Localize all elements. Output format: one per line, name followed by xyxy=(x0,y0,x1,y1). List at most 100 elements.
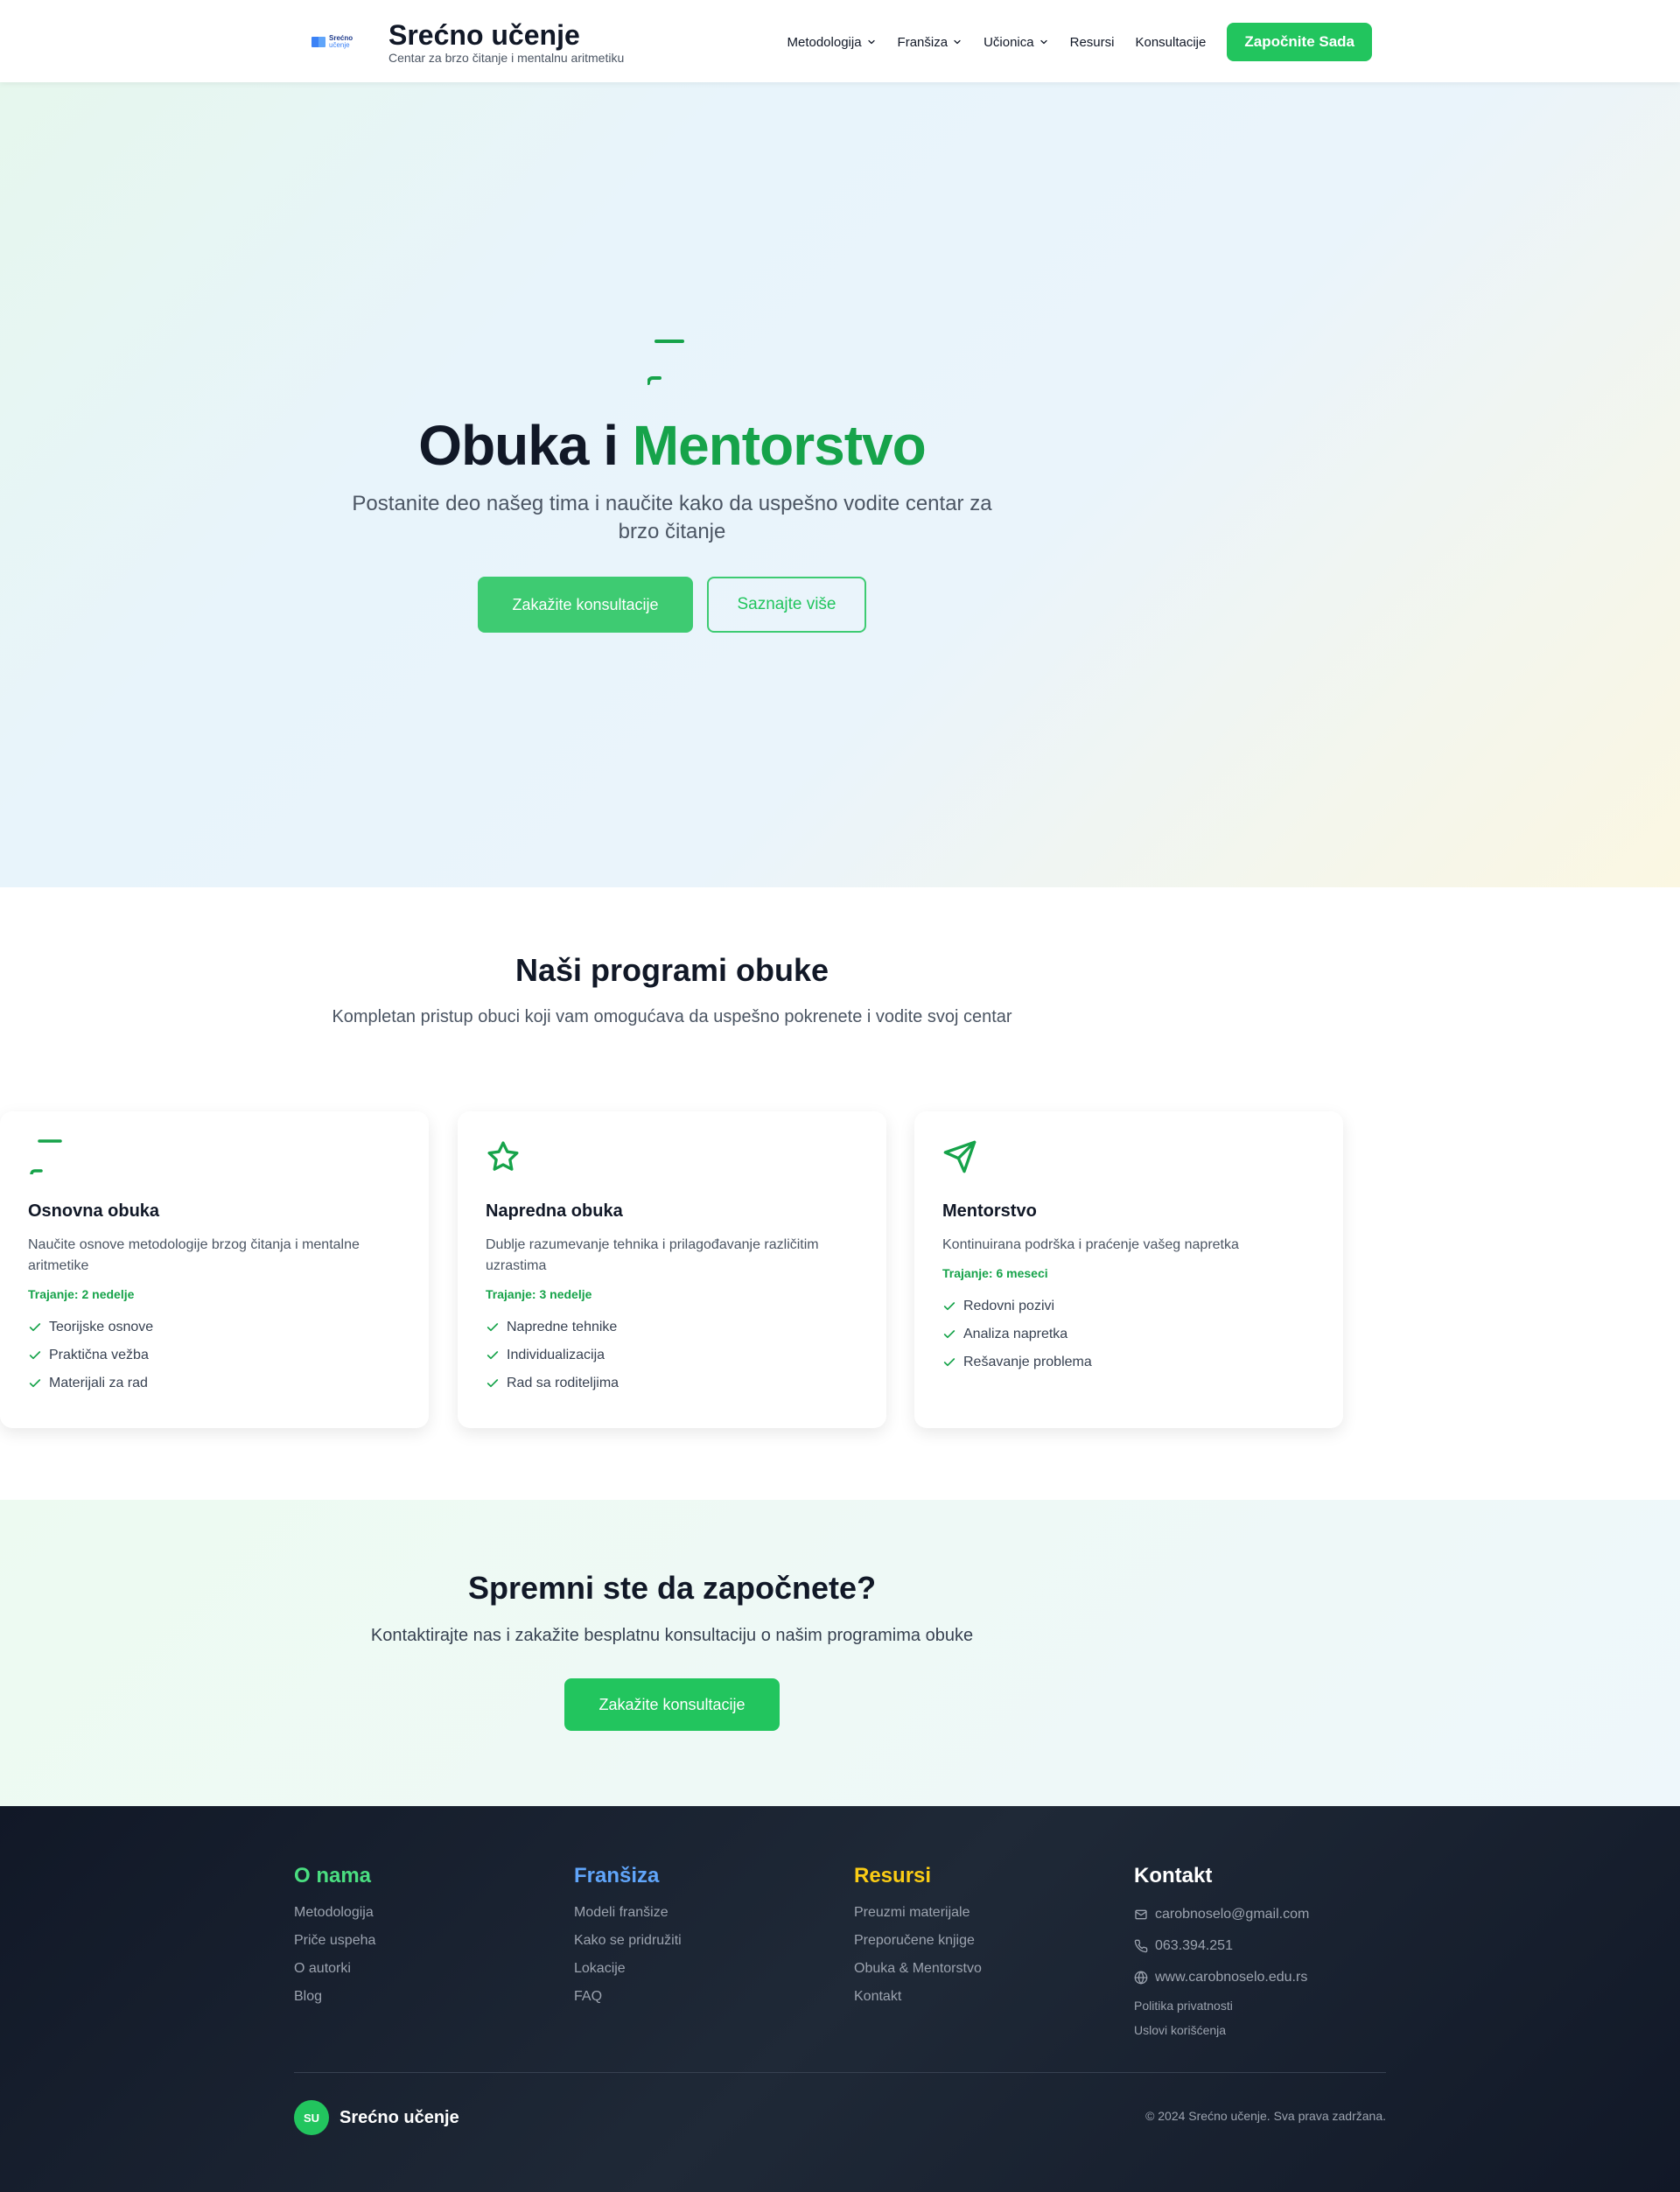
contact-phone[interactable]: 063.394.251 xyxy=(1134,1930,1396,1962)
schedule-consultation-button[interactable]: Zakažite konsultacije xyxy=(478,577,693,633)
list-item: Materijali za rad xyxy=(28,1369,401,1397)
chevron-down-icon xyxy=(1040,39,1047,45)
hero-title-accent: Mentorstvo xyxy=(632,414,927,477)
list-item-label: Individualizacija xyxy=(507,1348,606,1362)
nav-label: Metodologija xyxy=(787,34,862,50)
list-item-label: Teorijske osnove xyxy=(49,1320,154,1334)
brand-badge: SU xyxy=(294,2100,329,2135)
nav-label: Konsultacije xyxy=(1135,34,1207,50)
list-item: Rešavanje problema xyxy=(942,1348,1315,1376)
card-duration: Trajanje: 6 meseci xyxy=(942,1266,1048,1280)
footer-column-franchise: Franšiza Modeli franšize Kako se pridruž… xyxy=(574,1862,836,2011)
list-item-label: Materijali za rad xyxy=(49,1376,148,1390)
list-item: Rad sa roditeljima xyxy=(486,1369,858,1397)
nav-item-fransiza[interactable]: Franšiza xyxy=(898,35,963,50)
learn-more-button[interactable]: Saznajte više xyxy=(707,577,866,633)
main-nav: Metodologija Franšiza Učionica Resursi K… xyxy=(766,23,1372,61)
card-description: Dublje razumevanje tehnika i prilagođava… xyxy=(486,1237,819,1273)
logo-text: Srećno učenje xyxy=(329,35,353,49)
logo-line-2: učenje xyxy=(329,41,350,49)
list-item-label: Rešavanje problema xyxy=(963,1355,1092,1369)
nav-item-resursi[interactable]: Resursi xyxy=(1070,35,1115,50)
list-item-label: Redovni pozivi xyxy=(963,1299,1055,1313)
hero-title: Obuka i Mentorstvo xyxy=(0,413,1344,478)
nav-label: Franšiza xyxy=(897,34,948,50)
program-card-mentoring: Mentorstvo Kontinuirana podrška i praćen… xyxy=(914,1111,1343,1428)
list-item: Individualizacija xyxy=(486,1341,858,1369)
nav-item-metodologija[interactable]: Metodologija xyxy=(787,35,876,50)
footer-link[interactable]: Blog xyxy=(294,1983,556,2011)
footer-link[interactable]: Kontakt xyxy=(854,1983,1116,2011)
footer-link[interactable]: Preporučene knjige xyxy=(854,1927,1116,1955)
list-item: Redovni pozivi xyxy=(942,1292,1315,1320)
nav-item-ucionica[interactable]: Učionica xyxy=(984,35,1049,50)
terms-link[interactable]: Uslovi korišćenja xyxy=(1134,2018,1396,2042)
check-icon xyxy=(486,1379,499,1388)
list-item-label: Praktična vežba xyxy=(49,1348,149,1362)
nav-label: Resursi xyxy=(1069,34,1115,50)
program-card-advanced: Napredna obuka Dublje razumevanje tehnik… xyxy=(458,1111,886,1428)
footer-column-title: Kontakt xyxy=(1134,1864,1213,1887)
footer-link[interactable]: Preuzmi materijale xyxy=(854,1899,1116,1927)
nav-item-konsultacije[interactable]: Konsultacije xyxy=(1135,35,1206,50)
nav-label: Učionica xyxy=(984,34,1034,50)
send-icon xyxy=(943,1140,976,1173)
check-icon xyxy=(943,1302,956,1311)
list-item: Napredne tehnike xyxy=(486,1313,858,1341)
mail-icon xyxy=(1135,1909,1147,1920)
footer-link[interactable]: O autorki xyxy=(294,1955,556,1983)
check-icon xyxy=(943,1358,956,1367)
footer-link[interactable]: Priče uspeha xyxy=(294,1927,556,1955)
footer-column-title: Resursi xyxy=(854,1864,932,1887)
programs-title: Naši programi obuke xyxy=(514,952,830,988)
privacy-policy-link[interactable]: Politika privatnosti xyxy=(1134,1993,1396,2018)
card-title: Mentorstvo xyxy=(942,1201,1037,1221)
card-feature-list: Napredne tehnike Individualizacija Rad s… xyxy=(486,1313,858,1397)
chevron-down-icon xyxy=(867,39,875,45)
hero-section: Obuka i Mentorstvo Postanite deo našeg t… xyxy=(0,82,1680,887)
contact-website-label: www.carobnoselo.edu.rs xyxy=(1155,1970,1308,1985)
card-feature-list: Redovni pozivi Analiza napretka Rešavanj… xyxy=(942,1292,1315,1376)
phone-icon xyxy=(1134,1939,1148,1953)
site-title: Srećno učenje xyxy=(388,19,580,51)
card-duration: Trajanje: 3 nedelje xyxy=(486,1287,592,1301)
footer-link[interactable]: Kako se pridružiti xyxy=(574,1927,836,1955)
book-open-icon xyxy=(648,340,684,385)
card-description: Kontinuirana podrška i praćenje vašeg na… xyxy=(942,1237,1239,1252)
list-item-label: Napredne tehnike xyxy=(507,1320,618,1334)
program-card-basic: Osnovna obuka Naučite osnove metodologij… xyxy=(0,1111,429,1428)
contact-email[interactable]: carobnoselo@gmail.com xyxy=(1134,1899,1396,1930)
footer-link[interactable]: Modeli franšize xyxy=(574,1899,836,1927)
contact-website[interactable]: www.carobnoselo.edu.rs xyxy=(1134,1962,1396,1993)
brand-text: Srećno učenje Centar za brzo čitanje i m… xyxy=(388,19,624,65)
footer-column-resources: Resursi Preuzmi materijale Preporučene k… xyxy=(854,1862,1116,2011)
cta-subtitle: Kontaktirajte nas i zakažite besplatnu k… xyxy=(370,1626,974,1645)
check-icon xyxy=(486,1351,499,1360)
check-icon xyxy=(486,1323,499,1332)
list-item-label: Analiza napretka xyxy=(963,1327,1068,1341)
footer-column-about: O nama Metodologija Priče uspeha O autor… xyxy=(294,1862,556,2011)
check-icon xyxy=(943,1330,956,1339)
start-now-button[interactable]: Započnite Sada xyxy=(1227,23,1372,61)
brand[interactable]: Srećno učenje Srećno učenje Centar za br… xyxy=(312,19,624,65)
footer-column-title: Franšiza xyxy=(574,1864,660,1887)
copyright: © 2024 Srećno učenje. Sva prava zadržana… xyxy=(1145,2109,1386,2123)
footer-link[interactable]: FAQ xyxy=(574,1983,836,2011)
footer-brand[interactable]: SU Srećno učenje xyxy=(294,2100,459,2135)
card-feature-list: Teorijske osnove Praktična vežba Materij… xyxy=(28,1313,401,1397)
list-item: Teorijske osnove xyxy=(28,1313,401,1341)
footer-link[interactable]: Metodologija xyxy=(294,1899,556,1927)
card-description: Naučite osnove metodologije brzog čitanj… xyxy=(28,1237,360,1273)
footer-link[interactable]: Lokacije xyxy=(574,1955,836,1983)
cta-section: Spremni ste da započnete? Kontaktirajte … xyxy=(0,1500,1680,1806)
chevron-down-icon xyxy=(954,39,961,45)
footer-column-title: O nama xyxy=(294,1864,372,1887)
list-item-label: Rad sa roditeljima xyxy=(507,1376,620,1390)
book-open-icon xyxy=(30,1139,62,1176)
site-footer: O nama Metodologija Priče uspeha O autor… xyxy=(0,1806,1680,2192)
cta-schedule-button[interactable]: Zakažite konsultacije xyxy=(564,1678,780,1731)
list-item: Analiza napretka xyxy=(942,1320,1315,1348)
list-item: Praktična vežba xyxy=(28,1341,401,1369)
logo[interactable]: Srećno učenje xyxy=(312,21,366,63)
footer-link[interactable]: Obuka & Mentorstvo xyxy=(854,1955,1116,1983)
